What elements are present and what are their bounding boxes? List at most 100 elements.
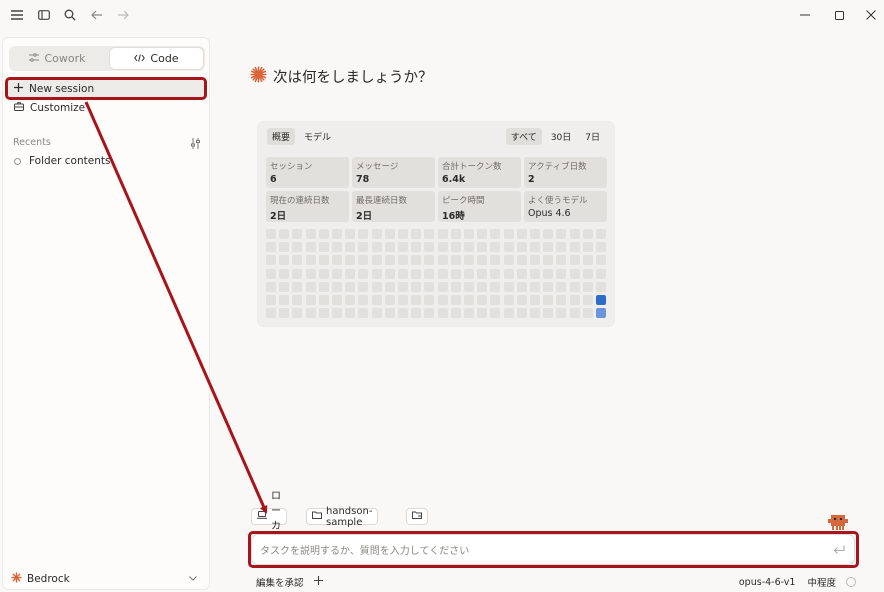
chevron-down-icon[interactable] <box>189 573 197 584</box>
arrow-right-icon[interactable] <box>114 6 132 24</box>
heatmap-cell <box>332 242 342 253</box>
mascot-icon <box>826 513 850 531</box>
heatmap-cell <box>292 308 303 319</box>
heatmap-cell <box>292 295 303 305</box>
send-icon[interactable] <box>832 543 846 557</box>
heatmap-cell <box>292 242 303 253</box>
heatmap-cell <box>450 268 461 279</box>
usage-stats-card: 概要 モデル すべて 30日 7日 セッション 6 メッセージ 78 合計トークン数… <box>257 121 615 327</box>
heatmap-cell <box>530 268 540 279</box>
heatmap-cell <box>398 295 408 305</box>
heatmap-cell <box>358 229 369 239</box>
heatmap-cell <box>477 295 488 305</box>
heatmap-cell <box>279 308 290 319</box>
model-selector[interactable]: opus-4-6-v1 <box>739 577 796 588</box>
range-all[interactable]: すべて <box>505 128 542 145</box>
plus-icon <box>14 83 23 95</box>
heatmap-cell <box>543 308 554 319</box>
local-chip[interactable]: ローカル <box>251 491 287 547</box>
range-30d[interactable]: 30日 <box>546 128 576 145</box>
heatmap-cell <box>371 268 382 279</box>
heatmap-cell <box>305 242 316 253</box>
heatmap-cell <box>292 255 303 266</box>
heatmap-cell <box>490 281 501 292</box>
context-status-icon <box>846 577 856 587</box>
heatmap-cell <box>266 268 276 279</box>
heatmap-cell <box>503 308 514 319</box>
folder-chip[interactable]: handson-sample <box>306 505 379 528</box>
heatmap-cell <box>516 229 527 239</box>
heatmap-cell <box>398 229 408 239</box>
approve-edits-button[interactable]: 編集を承認 <box>256 575 304 589</box>
heatmap-cell <box>371 229 382 239</box>
open-folder-button[interactable] <box>406 508 428 525</box>
customize-button[interactable]: Customize <box>6 98 206 118</box>
heatmap-cell <box>582 308 593 319</box>
recent-item[interactable]: Folder contents <box>14 155 110 167</box>
close-icon[interactable] <box>862 6 880 24</box>
heatmap-cell <box>411 281 422 292</box>
heatmap-cell <box>424 295 435 305</box>
heatmap-cell <box>450 229 461 239</box>
tab-overview[interactable]: 概要 <box>267 128 296 145</box>
maximize-icon[interactable] <box>830 6 848 24</box>
heatmap-cell <box>543 255 554 266</box>
tab-cowork[interactable]: Cowork <box>11 48 104 69</box>
sidebar: Cowork Code New session Customize Recent… <box>2 37 210 590</box>
new-session-button[interactable]: New session <box>6 79 206 99</box>
heatmap-cell <box>582 255 593 266</box>
heatmap-cell <box>358 268 369 279</box>
search-icon[interactable] <box>61 6 79 24</box>
heatmap-cell <box>556 268 567 279</box>
heatmap-cell <box>345 281 356 292</box>
heatmap-cell <box>596 295 606 305</box>
heatmap-cell <box>582 242 593 253</box>
heatmap-cell <box>582 281 593 292</box>
heatmap-cell <box>345 308 356 319</box>
heatmap-cell <box>292 229 303 239</box>
stat-value: 2 <box>528 174 535 185</box>
sidebar-toggle-icon[interactable] <box>35 6 53 24</box>
heatmap-cell <box>437 281 448 292</box>
heatmap-cell <box>437 295 448 305</box>
heatmap-cell <box>490 268 501 279</box>
heatmap-cell <box>477 268 488 279</box>
stat-label: セッション <box>270 162 313 172</box>
stat-current-streak: 現在の連続日数 2日 <box>266 191 349 222</box>
hamburger-icon[interactable] <box>8 6 26 24</box>
heatmap-cell <box>332 255 342 266</box>
minimize-icon[interactable] <box>796 6 814 24</box>
heatmap-cell <box>516 255 527 266</box>
heatmap-cell <box>384 242 395 253</box>
heatmap-cell <box>384 281 395 292</box>
add-icon[interactable] <box>313 576 323 588</box>
range-7d[interactable]: 7日 <box>580 128 605 145</box>
bottom-left-controls: 編集を承認 <box>256 575 323 589</box>
heatmap-cell <box>358 308 369 319</box>
heatmap-cell <box>596 255 606 266</box>
heatmap-cell <box>279 295 290 305</box>
heatmap-cell <box>345 242 356 253</box>
folder-chip-label: handson-sample <box>326 505 373 528</box>
heatmap-cell <box>437 268 448 279</box>
prompt-input[interactable] <box>258 541 822 561</box>
filter-icon[interactable] <box>188 136 202 150</box>
arrow-left-icon[interactable] <box>88 6 106 24</box>
heatmap-cell <box>569 295 580 305</box>
account-switcher[interactable]: Bedrock <box>11 572 70 586</box>
heatmap-cell <box>371 242 382 253</box>
stat-longest-streak: 最長連続日数 2日 <box>352 191 435 222</box>
heatmap-cell <box>543 268 554 279</box>
heatmap-cell <box>345 295 356 305</box>
heatmap-cell <box>450 308 461 319</box>
tab-code[interactable]: Code <box>110 48 203 69</box>
heatmap-cell <box>424 281 435 292</box>
heatmap-cell <box>596 308 606 319</box>
effort-selector[interactable]: 中程度 <box>807 575 836 589</box>
heatmap-cell <box>464 281 474 292</box>
heatmap-cell <box>358 281 369 292</box>
heatmap-cell <box>530 255 540 266</box>
stat-peak-hour: ピーク時間 16時 <box>438 191 521 222</box>
heatmap-cell <box>384 268 395 279</box>
tab-models[interactable]: モデル <box>299 128 336 145</box>
